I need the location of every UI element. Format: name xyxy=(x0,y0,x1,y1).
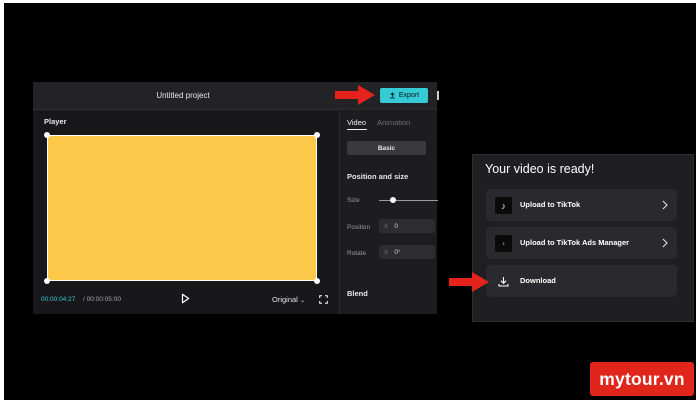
resize-handle-bottom-left[interactable] xyxy=(44,278,50,284)
active-tab-indicator xyxy=(347,129,367,130)
export-label: Export xyxy=(398,92,420,99)
download-label: Download xyxy=(520,276,556,285)
chevron-right-icon xyxy=(662,238,668,248)
fullscreen-icon[interactable] xyxy=(319,295,328,304)
upload-tiktok-label: Upload to TikTok xyxy=(520,200,581,209)
export-icon xyxy=(389,92,395,99)
tiktok-icon: ♪ xyxy=(495,197,512,214)
size-slider-track[interactable] xyxy=(379,200,438,201)
size-slider-knob[interactable] xyxy=(390,197,396,203)
basic-button[interactable]: Basic xyxy=(347,141,426,155)
chevron-right-icon xyxy=(662,200,668,210)
properties-panel: Video Animation Basic Position and size … xyxy=(339,111,438,314)
video-preview[interactable] xyxy=(47,135,317,281)
dialog-title: Your video is ready! xyxy=(485,162,595,176)
tab-video[interactable]: Video xyxy=(347,118,366,127)
player-label: Player xyxy=(44,117,67,126)
size-label: Size xyxy=(347,197,360,204)
total-time: / 00:00:05:00 xyxy=(83,296,121,303)
mytour-logo: mytour.vn xyxy=(590,362,694,396)
play-icon[interactable] xyxy=(181,293,190,304)
tab-animation[interactable]: Animation xyxy=(377,118,410,127)
rotate-value: 0° xyxy=(394,248,401,256)
ratio-select[interactable]: Original ⌄ xyxy=(272,295,305,304)
export-ready-dialog: Your video is ready! ♪ Upload to TikTok … xyxy=(472,154,694,322)
blend-title: Blend xyxy=(347,289,368,298)
arrow-to-export xyxy=(335,85,375,105)
position-label: Position xyxy=(347,224,371,231)
rotate-label: Rotate xyxy=(347,250,367,257)
export-button[interactable]: Export xyxy=(380,88,428,103)
player-panel: Player 00:00:04:27 / 00:00:05:00 Origina… xyxy=(33,111,338,314)
download-option[interactable]: Download xyxy=(486,265,677,297)
resize-handle-top-left[interactable] xyxy=(44,132,50,138)
resize-handle-bottom-right[interactable] xyxy=(314,278,320,284)
position-size-title: Position and size xyxy=(347,172,409,181)
rotate-input[interactable]: X 0° xyxy=(379,245,435,259)
current-time: 00:00:04:27 xyxy=(41,296,76,303)
project-title: Untitled project xyxy=(156,91,210,100)
tiktok-ads-icon: ♪ xyxy=(495,235,512,252)
upload-tiktok-ads-option[interactable]: ♪ Upload to TikTok Ads Manager xyxy=(486,227,677,259)
position-x-value: 0 xyxy=(394,222,398,230)
resize-handle-top-right[interactable] xyxy=(314,132,320,138)
upload-tiktok-option[interactable]: ♪ Upload to TikTok xyxy=(486,189,677,221)
rotate-axis-label: X xyxy=(384,248,389,256)
chevron-down-icon: ⌄ xyxy=(299,298,305,304)
window-edge xyxy=(437,91,439,100)
upload-tiktok-ads-label: Upload to TikTok Ads Manager xyxy=(520,238,630,247)
arrow-to-download xyxy=(449,272,489,292)
position-x-input[interactable]: X 0 xyxy=(379,219,435,233)
editor-header: Untitled project Export xyxy=(33,82,437,110)
ratio-value: Original xyxy=(272,295,298,304)
download-icon xyxy=(495,273,512,290)
position-axis-label: X xyxy=(384,222,389,230)
editor-window: Untitled project Export Player 00:00:04:… xyxy=(33,82,438,314)
